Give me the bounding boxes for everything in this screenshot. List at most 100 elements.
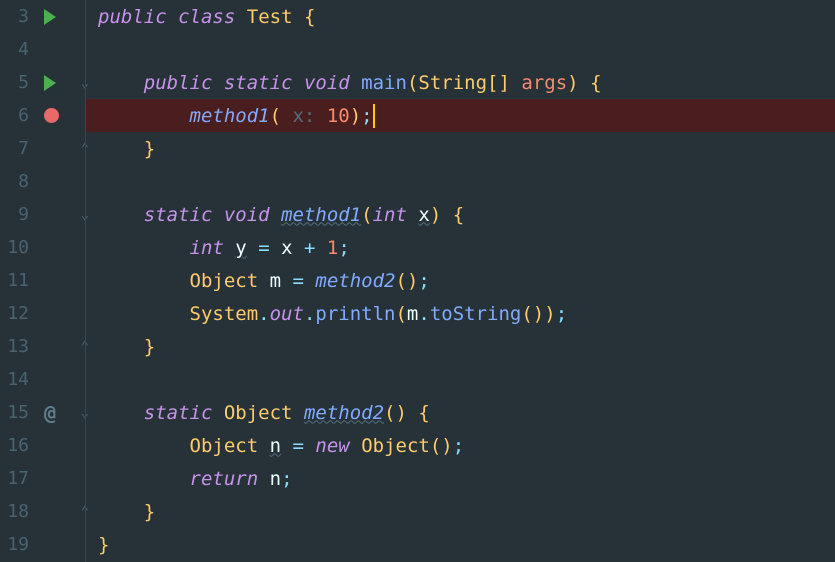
run-icon[interactable]	[44, 9, 56, 25]
code-line[interactable]	[86, 363, 835, 396]
type: Object	[224, 402, 293, 424]
brace: }	[98, 534, 109, 556]
gutter-line[interactable]: 4	[0, 33, 85, 66]
method-call: toString	[430, 303, 522, 325]
code-line[interactable]: }	[86, 132, 835, 165]
paren: )	[441, 435, 452, 457]
line-number: 19	[0, 534, 32, 555]
gutter-icons: ⌄	[32, 75, 85, 91]
paren: )	[567, 72, 578, 94]
method-call: method1	[190, 105, 270, 127]
line-number: 15	[0, 402, 32, 423]
gutter-icons	[32, 108, 85, 123]
code-editor: 3 4 5 ⌄ 6 7 ⌃	[0, 0, 835, 562]
code-line[interactable]: public static void main(String[] args) {	[86, 66, 835, 99]
paren: (	[270, 105, 281, 127]
method-call: method2	[315, 270, 395, 292]
gutter-line[interactable]: 5 ⌄	[0, 66, 85, 99]
code-line[interactable]: }	[86, 528, 835, 561]
gutter-icons: @ ⌄	[32, 401, 85, 425]
run-icon[interactable]	[44, 75, 56, 91]
code-line[interactable]	[86, 33, 835, 66]
gutter-line[interactable]: 16	[0, 429, 85, 462]
code-line[interactable]: static Object method2() {	[86, 396, 835, 429]
semicolon: ;	[418, 270, 429, 292]
param: x	[418, 204, 429, 226]
paren: )	[544, 303, 555, 325]
number: 1	[327, 237, 338, 259]
type: Object	[190, 270, 259, 292]
gutter-line[interactable]: 8	[0, 165, 85, 198]
semicolon: ;	[281, 468, 292, 490]
variable: m	[407, 303, 418, 325]
gutter-line[interactable]: 19	[0, 528, 85, 561]
brace: {	[590, 72, 601, 94]
gutter-line[interactable]: 18 ⌃	[0, 495, 85, 528]
brace: {	[418, 402, 429, 424]
variable: n	[270, 435, 281, 457]
paren: (	[395, 303, 406, 325]
gutter-line[interactable]: 9 ⌄	[0, 198, 85, 231]
code-line[interactable]: return n;	[86, 462, 835, 495]
gutter-line[interactable]: 12	[0, 297, 85, 330]
keyword: class	[178, 6, 235, 28]
operator: =	[258, 237, 269, 259]
brace: {	[304, 6, 315, 28]
operator: =	[293, 270, 304, 292]
paren: (	[384, 402, 395, 424]
code-line[interactable]: Object n = new Object();	[86, 429, 835, 462]
recursive-icon[interactable]: @	[44, 401, 56, 425]
code-line[interactable]: Object m = method2();	[86, 264, 835, 297]
semicolon: ;	[556, 303, 567, 325]
cursor	[373, 104, 375, 128]
paren: (	[521, 303, 532, 325]
dot: .	[258, 303, 269, 325]
gutter-line[interactable]: 17	[0, 462, 85, 495]
gutter-line[interactable]: 11	[0, 264, 85, 297]
gutter-line[interactable]: 10	[0, 231, 85, 264]
gutter-line[interactable]: 14	[0, 363, 85, 396]
code-line[interactable]: System.out.println(m.toString());	[86, 297, 835, 330]
number: 10	[327, 105, 350, 127]
line-number: 11	[0, 270, 32, 291]
paren: (	[396, 270, 407, 292]
line-number: 9	[0, 204, 32, 225]
keyword: public	[144, 72, 213, 94]
gutter-line[interactable]: 6	[0, 99, 85, 132]
code-line[interactable]: }	[86, 330, 835, 363]
semicolon: ;	[453, 435, 464, 457]
code-area[interactable]: public class Test { public static void m…	[85, 0, 835, 562]
paren: )	[430, 204, 441, 226]
code-line[interactable]: public class Test {	[86, 0, 835, 33]
gutter-line[interactable]: 3	[0, 0, 85, 33]
variable: m	[270, 270, 281, 292]
brace: {	[453, 204, 464, 226]
gutter-line[interactable]: 15 @ ⌄	[0, 396, 85, 429]
variable: n	[270, 468, 281, 490]
code-line[interactable]: static void method1(int x) {	[86, 198, 835, 231]
gutter-line[interactable]: 13 ⌃	[0, 330, 85, 363]
semicolon: ;	[361, 105, 372, 127]
code-line[interactable]: int y = x + 1;	[86, 231, 835, 264]
keyword: return	[190, 468, 259, 490]
line-number: 7	[0, 138, 32, 159]
code-line[interactable]: }	[86, 495, 835, 528]
method-name: main	[361, 72, 407, 94]
class-ref: System	[190, 303, 259, 325]
bracket: [	[487, 72, 498, 94]
brace: }	[144, 501, 155, 523]
line-number: 8	[0, 171, 32, 192]
type: Object	[190, 435, 259, 457]
operator: =	[293, 435, 304, 457]
paren: (	[430, 435, 441, 457]
code-line-highlighted[interactable]: method1( x: 10);	[86, 99, 835, 132]
gutter-line[interactable]: 7 ⌃	[0, 132, 85, 165]
breakpoint-icon[interactable]	[44, 108, 59, 123]
code-line[interactable]	[86, 165, 835, 198]
paren: )	[407, 270, 418, 292]
paren: (	[407, 72, 418, 94]
line-number: 16	[0, 435, 32, 456]
line-number: 10	[0, 237, 32, 258]
gutter-icons	[32, 9, 85, 25]
paren: )	[350, 105, 361, 127]
